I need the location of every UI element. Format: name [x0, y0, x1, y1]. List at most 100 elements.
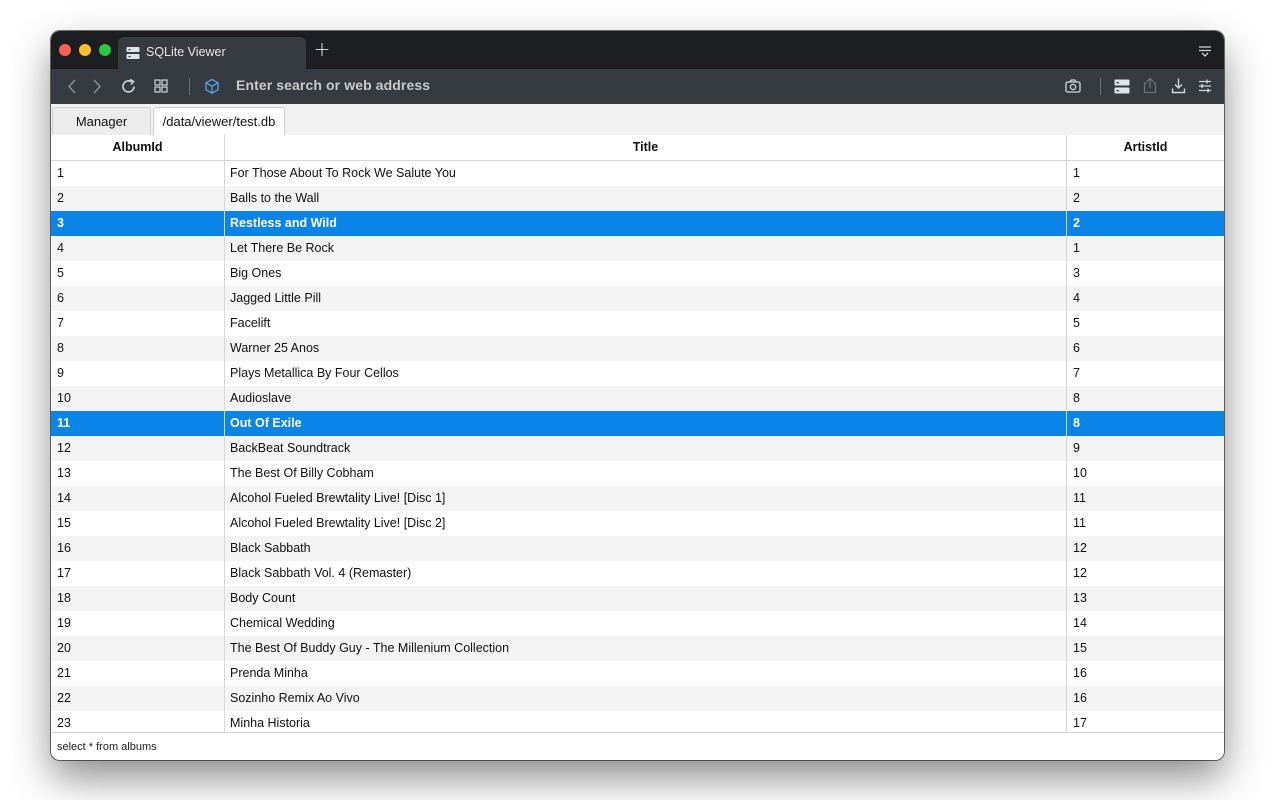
table-cell-artistid: 8: [1073, 391, 1080, 405]
database-icon: [126, 46, 140, 65]
app-tab-bar: Manager /data/viewer/test.db: [51, 104, 1224, 136]
table-cell-albumid: 13: [57, 466, 71, 480]
tab-menu-icon[interactable]: [1198, 44, 1212, 62]
browser-tab[interactable]: SQLite Viewer: [118, 37, 306, 69]
grid-icon[interactable]: [154, 79, 168, 98]
table-cell-artistid: 5: [1073, 316, 1080, 330]
table-cell-artistid: 12: [1073, 541, 1087, 555]
table-row[interactable]: 20 The Best Of Buddy Guy - The Millenium …: [51, 636, 1224, 661]
table-cell-artistid: 15: [1073, 641, 1087, 655]
table-cell-albumid: 9: [57, 366, 64, 380]
share-icon[interactable]: [1143, 77, 1157, 99]
table-header: AlbumId Title ArtistId: [51, 135, 1224, 161]
column-header-artistid[interactable]: ArtistId: [1067, 135, 1224, 160]
table-cell-title: Let There Be Rock: [230, 241, 334, 255]
reload-icon[interactable]: [121, 78, 137, 100]
table-row[interactable]: 19 Chemical Wedding 14: [51, 611, 1224, 636]
database-icon[interactable]: [1114, 79, 1130, 99]
table-cell-title: Sozinho Remix Ao Vivo: [230, 691, 360, 705]
column-header-title[interactable]: Title: [225, 135, 1066, 160]
table-row[interactable]: 11 Out Of Exile 8: [51, 411, 1224, 436]
table-cell-albumid: 22: [57, 691, 71, 705]
table-cell-artistid: 8: [1073, 416, 1080, 430]
table-row[interactable]: 16 Black Sabbath 12: [51, 536, 1224, 561]
camera-icon[interactable]: [1065, 78, 1081, 99]
table-cell-artistid: 2: [1073, 191, 1080, 205]
table-row[interactable]: 2 Balls to the Wall 2: [51, 186, 1224, 211]
table-row[interactable]: 9 Plays Metallica By Four Cellos 7: [51, 361, 1224, 386]
tab-database-file[interactable]: /data/viewer/test.db: [153, 107, 285, 136]
table-row[interactable]: 3 Restless and Wild 2: [51, 211, 1224, 236]
title-bar: SQLite Viewer +: [51, 31, 1224, 69]
table-row[interactable]: 18 Body Count 13: [51, 586, 1224, 611]
table-row[interactable]: 23 Minha Historia 17: [51, 711, 1224, 732]
table-row[interactable]: 10 Audioslave 8: [51, 386, 1224, 411]
table-cell-albumid: 4: [57, 241, 64, 255]
table-cell-albumid: 18: [57, 591, 71, 605]
table-cell-albumid: 8: [57, 341, 64, 355]
table-cell-albumid: 17: [57, 566, 71, 580]
table-row[interactable]: 7 Facelift 5: [51, 311, 1224, 336]
table-cell-title: Minha Historia: [230, 716, 310, 730]
table-body: 1 For Those About To Rock We Salute You 1 2…: [51, 161, 1224, 732]
table-row[interactable]: 21 Prenda Minha 16: [51, 661, 1224, 686]
column-divider[interactable]: [1066, 135, 1067, 732]
table-cell-title: Black Sabbath: [230, 541, 311, 555]
table-cell-artistid: 1: [1073, 241, 1080, 255]
column-header-albumid[interactable]: AlbumId: [51, 135, 224, 160]
table-row[interactable]: 12 BackBeat Soundtrack 9: [51, 436, 1224, 461]
table-cell-artistid: 3: [1073, 266, 1080, 280]
table-row[interactable]: 15 Alcohol Fueled Brewtality Live! [Disc …: [51, 511, 1224, 536]
table-cell-artistid: 16: [1073, 691, 1087, 705]
cube-icon[interactable]: [204, 78, 220, 100]
toolbar-divider: [1100, 78, 1101, 95]
minimize-window-button[interactable]: [79, 44, 91, 56]
table-cell-artistid: 11: [1073, 516, 1086, 530]
table-row[interactable]: 4 Let There Be Rock 1: [51, 236, 1224, 261]
table-row[interactable]: 14 Alcohol Fueled Brewtality Live! [Disc …: [51, 486, 1224, 511]
browser-window: SQLite Viewer + Enter search or web addr…: [51, 31, 1224, 760]
table-row[interactable]: 8 Warner 25 Anos 6: [51, 336, 1224, 361]
table-cell-albumid: 12: [57, 441, 71, 455]
zoom-window-button[interactable]: [99, 44, 111, 56]
table-cell-artistid: 14: [1073, 616, 1087, 630]
table-cell-title: Out Of Exile: [230, 416, 302, 430]
table-cell-artistid: 11: [1073, 491, 1086, 505]
table-cell-albumid: 10: [57, 391, 71, 405]
new-tab-button[interactable]: +: [313, 39, 331, 59]
close-window-button[interactable]: [59, 44, 71, 56]
table-cell-title: Jagged Little Pill: [230, 291, 322, 305]
table-cell-artistid: 13: [1073, 591, 1087, 605]
table-cell-albumid: 23: [57, 716, 71, 730]
table-cell-albumid: 16: [57, 541, 71, 555]
table-cell-artistid: 1: [1073, 166, 1080, 180]
table-row[interactable]: 22 Sozinho Remix Ao Vivo 16: [51, 686, 1224, 711]
table-cell-artistid: 12: [1073, 566, 1087, 580]
table-row[interactable]: 17 Black Sabbath Vol. 4 (Remaster) 12: [51, 561, 1224, 586]
table-row[interactable]: 13 The Best Of Billy Cobham 10: [51, 461, 1224, 486]
table-cell-title: Body Count: [230, 591, 296, 605]
column-divider[interactable]: [224, 135, 225, 732]
table-cell-artistid: 4: [1073, 291, 1080, 305]
table-row[interactable]: 1 For Those About To Rock We Salute You 1: [51, 161, 1224, 186]
tab-title: SQLite Viewer: [146, 45, 226, 59]
table-cell-title: Alcohol Fueled Brewtality Live! [Disc 2]: [230, 516, 446, 530]
table-cell-title: BackBeat Soundtrack: [230, 441, 351, 455]
table-cell-title: Alcohol Fueled Brewtality Live! [Disc 1]: [230, 491, 446, 505]
table-cell-albumid: 5: [57, 266, 64, 280]
sliders-icon[interactable]: [1198, 79, 1212, 98]
table-cell-title: Big Ones: [230, 266, 282, 280]
table-cell-albumid: 19: [57, 616, 71, 630]
table-cell-albumid: 21: [57, 666, 71, 680]
address-bar[interactable]: Enter search or web address: [236, 77, 430, 93]
download-icon[interactable]: [1171, 77, 1186, 99]
table-cell-title: Chemical Wedding: [230, 616, 335, 630]
table-cell-artistid: 6: [1073, 341, 1080, 355]
chevron-right-icon[interactable]: [91, 78, 103, 100]
tab-manager[interactable]: Manager: [52, 107, 151, 135]
table-row[interactable]: 6 Jagged Little Pill 4: [51, 286, 1224, 311]
chevron-left-icon[interactable]: [66, 78, 78, 100]
table-cell-albumid: 11: [57, 416, 71, 430]
table-row[interactable]: 5 Big Ones 3: [51, 261, 1224, 286]
table-cell-title: Prenda Minha: [230, 666, 308, 680]
